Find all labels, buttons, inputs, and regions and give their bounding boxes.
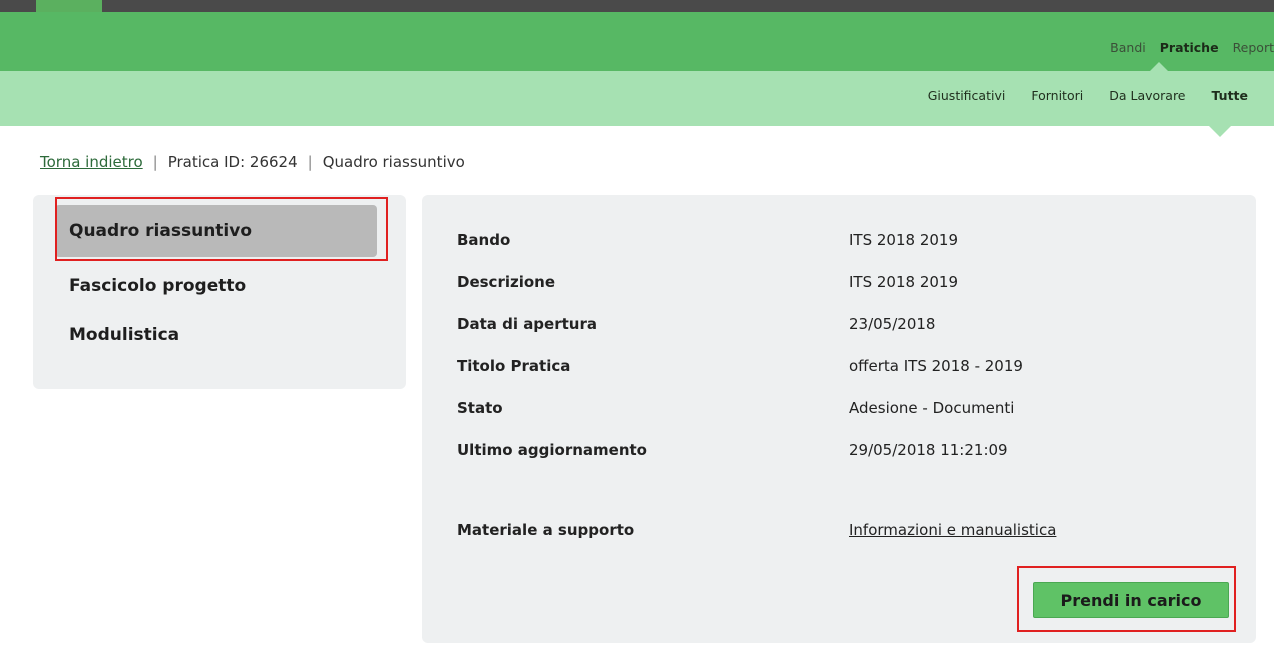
- nav-item-pratiche[interactable]: Pratiche: [1160, 40, 1219, 55]
- breadcrumb-current: Quadro riassuntivo: [322, 153, 465, 171]
- nav-item-report[interactable]: Report: [1233, 40, 1274, 55]
- subnav-item-fornitori[interactable]: Fornitori: [1031, 88, 1083, 103]
- sub-nav-items: Giustificativi Fornitori Da Lavorare Tut…: [902, 88, 1248, 103]
- top-strip: [0, 0, 1274, 12]
- detail-row-bando: Bando ITS 2018 2019: [457, 231, 1237, 249]
- detail-label: Materiale a supporto: [457, 521, 635, 539]
- detail-row-titolo-pratica: Titolo Pratica offerta ITS 2018 - 2019: [457, 357, 1237, 375]
- detail-value: ITS 2018 2019: [849, 273, 958, 291]
- detail-row-materiale-supporto: Materiale a supporto Informazioni e manu…: [457, 521, 1237, 539]
- highlight-box-sidebar: [55, 197, 388, 261]
- detail-row-data-apertura: Data di apertura 23/05/2018: [457, 315, 1237, 333]
- detail-label: Data di apertura: [457, 315, 597, 333]
- detail-value: Adesione - Documenti: [849, 399, 1015, 417]
- detail-label: Ultimo aggiornamento: [457, 441, 647, 459]
- detail-value: 23/05/2018: [849, 315, 936, 333]
- sidebar-item-fascicolo-progetto[interactable]: Fascicolo progetto: [55, 260, 377, 312]
- detail-value: offerta ITS 2018 - 2019: [849, 357, 1023, 375]
- nav-item-bandi[interactable]: Bandi: [1110, 40, 1146, 55]
- back-link[interactable]: Torna indietro: [40, 153, 143, 171]
- subnav-item-giustificativi[interactable]: Giustificativi: [928, 88, 1006, 103]
- detail-value: 29/05/2018 11:21:09: [849, 441, 1008, 459]
- pratica-id: Pratica ID: 26624: [167, 153, 298, 171]
- detail-label: Stato: [457, 399, 503, 417]
- sub-nav: Giustificativi Fornitori Da Lavorare Tut…: [0, 71, 1274, 137]
- sidebar-item-modulistica[interactable]: Modulistica: [55, 309, 377, 361]
- breadcrumb: Torna indietro | Pratica ID: 26624 | Qua…: [40, 153, 465, 171]
- detail-label: Titolo Pratica: [457, 357, 571, 375]
- top-strip-accent: [36, 0, 102, 12]
- breadcrumb-separator: |: [152, 153, 158, 171]
- detail-row-descrizione: Descrizione ITS 2018 2019: [457, 273, 1237, 291]
- main-nav: Bandi Pratiche Report: [0, 12, 1274, 72]
- manual-link[interactable]: Informazioni e manualistica: [849, 521, 1056, 539]
- main-nav-items: Bandi Pratiche Report: [1096, 40, 1274, 55]
- subnav-item-tutte[interactable]: Tutte: [1212, 88, 1248, 103]
- highlight-box-button: [1017, 566, 1236, 632]
- breadcrumb-separator: |: [307, 153, 313, 171]
- subnav-item-da-lavorare[interactable]: Da Lavorare: [1109, 88, 1185, 103]
- detail-label: Bando: [457, 231, 511, 249]
- sub-nav-active-indicator: [1209, 126, 1231, 137]
- detail-value: ITS 2018 2019: [849, 231, 958, 249]
- detail-row-stato: Stato Adesione - Documenti: [457, 399, 1237, 417]
- detail-label: Descrizione: [457, 273, 556, 291]
- detail-row-ultimo-aggiornamento: Ultimo aggiornamento 29/05/2018 11:21:09: [457, 441, 1237, 459]
